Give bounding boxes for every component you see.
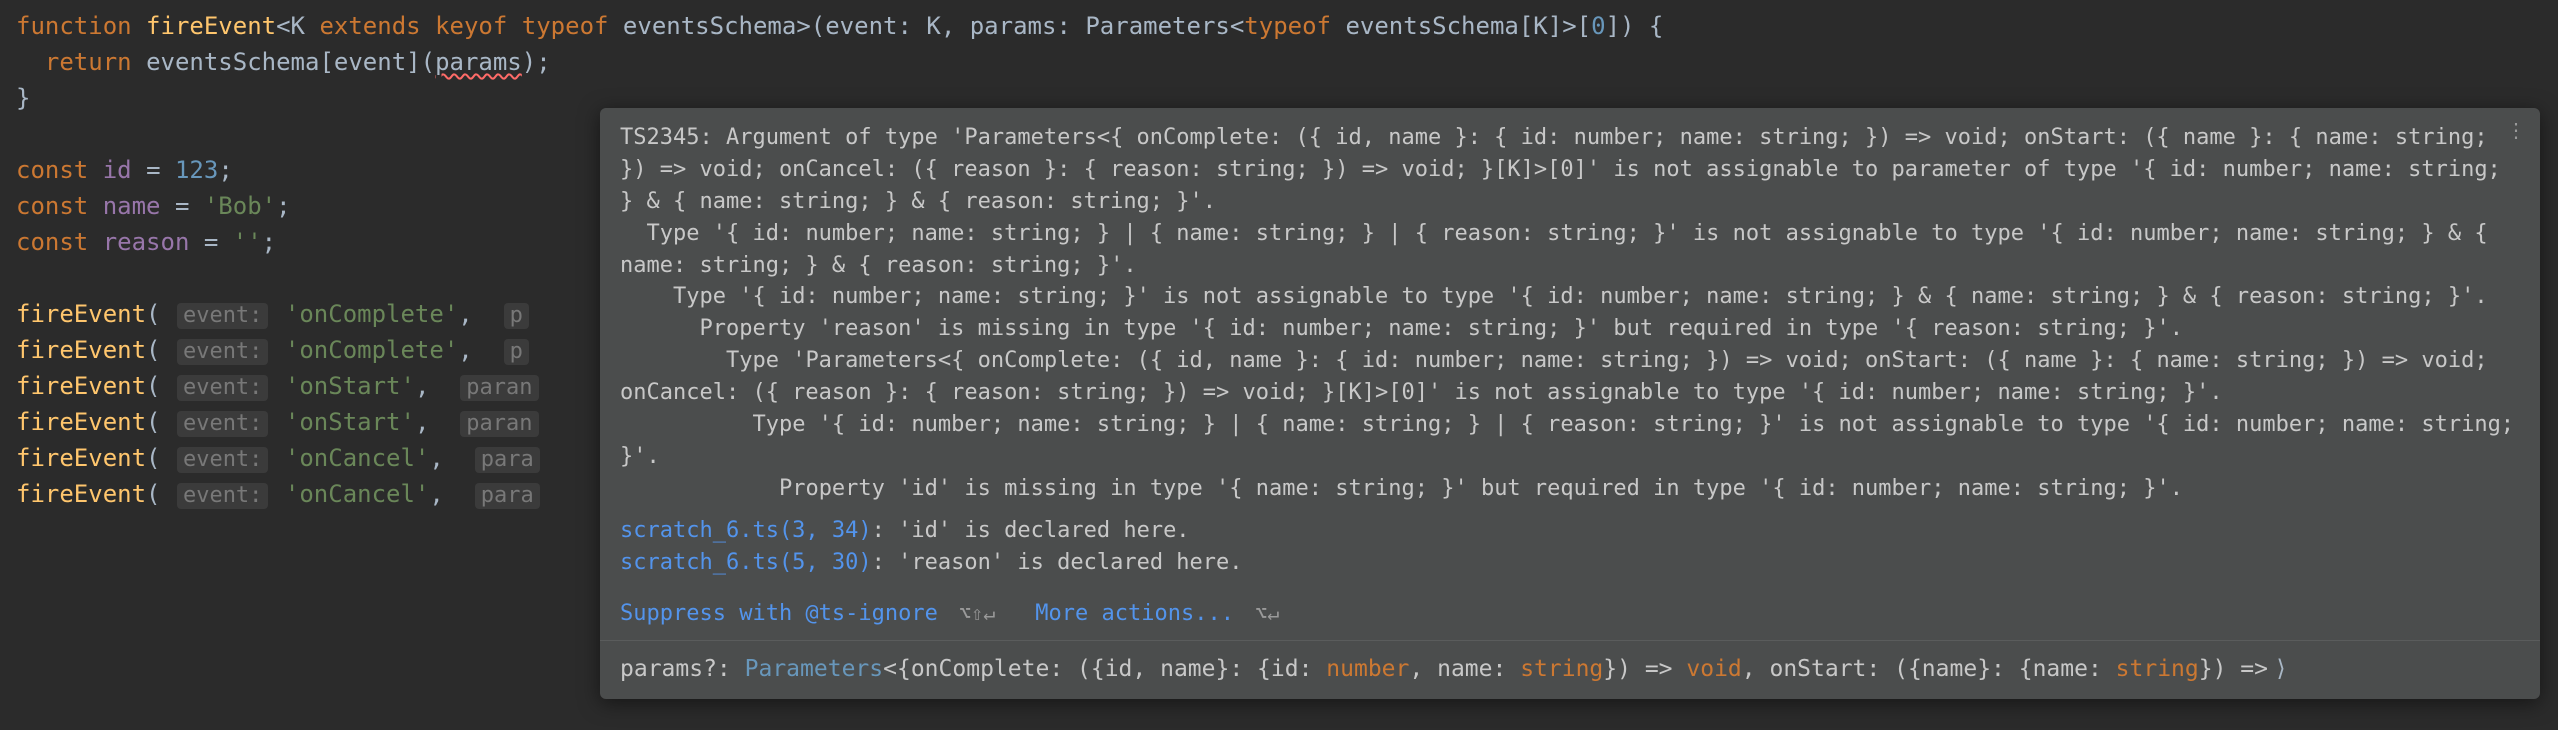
inlay-hint: event: xyxy=(177,375,268,401)
function-name: fireEvent xyxy=(146,12,276,40)
inlay-hint: para xyxy=(475,447,540,473)
string-literal: 'onComplete' xyxy=(285,336,458,364)
overflow-indicator: ⟩ xyxy=(2274,656,2288,682)
string-literal: 'onCancel' xyxy=(285,480,430,508)
inlay-hint: p xyxy=(504,339,529,365)
function-call: fireEvent xyxy=(16,300,146,328)
error-token[interactable]: params xyxy=(435,48,522,76)
keyword: function xyxy=(16,12,132,40)
inlay-hint: event: xyxy=(177,339,268,365)
inlay-hint: paran xyxy=(460,375,538,401)
function-call: fireEvent xyxy=(16,480,146,508)
string-literal: 'onStart' xyxy=(285,408,415,436)
file-link[interactable]: scratch_6.ts(3, 34) xyxy=(620,518,872,543)
inlay-hint: para xyxy=(475,483,540,509)
suppress-action[interactable]: Suppress with @ts-ignore xyxy=(620,601,938,626)
inlay-hint: event: xyxy=(177,303,268,329)
inlay-hint: p xyxy=(504,303,529,329)
declaration-link-row: scratch_6.ts(5, 30): 'reason' is declare… xyxy=(620,547,2520,579)
error-message: TS2345: Argument of type 'Parameters<{ o… xyxy=(600,108,2540,515)
shortcut-hint: ⌥⇧↵ xyxy=(959,601,995,625)
function-call: fireEvent xyxy=(16,372,146,400)
function-call: fireEvent xyxy=(16,444,146,472)
more-icon[interactable]: ⋮ xyxy=(2506,120,2526,140)
more-actions[interactable]: More actions... xyxy=(1035,601,1234,626)
tooltip-actions: Suppress with @ts-ignore ⌥⇧↵ More action… xyxy=(600,592,2540,640)
shortcut-hint: ⌥↵ xyxy=(1255,601,1279,625)
inlay-hint: event: xyxy=(177,483,268,509)
code-line[interactable]: function fireEvent<K extends keyof typeo… xyxy=(16,8,2542,44)
file-link[interactable]: scratch_6.ts(5, 30) xyxy=(620,550,872,575)
error-tooltip: ⋮ TS2345: Argument of type 'Parameters<{… xyxy=(600,108,2540,699)
string-literal: 'onStart' xyxy=(285,372,415,400)
code-line[interactable]: return eventsSchema[event](params); xyxy=(16,44,2542,80)
inlay-hint: event: xyxy=(177,447,268,473)
function-call: fireEvent xyxy=(16,336,146,364)
inlay-hint: paran xyxy=(460,411,538,437)
declaration-link-row: scratch_6.ts(3, 34): 'id' is declared he… xyxy=(620,515,2520,547)
string-literal: 'onComplete' xyxy=(285,300,458,328)
parameter-info: params?: Parameters<{onComplete: ({id, n… xyxy=(600,641,2540,698)
function-call: fireEvent xyxy=(16,408,146,436)
string-literal: 'onCancel' xyxy=(285,444,430,472)
inlay-hint: event: xyxy=(177,411,268,437)
